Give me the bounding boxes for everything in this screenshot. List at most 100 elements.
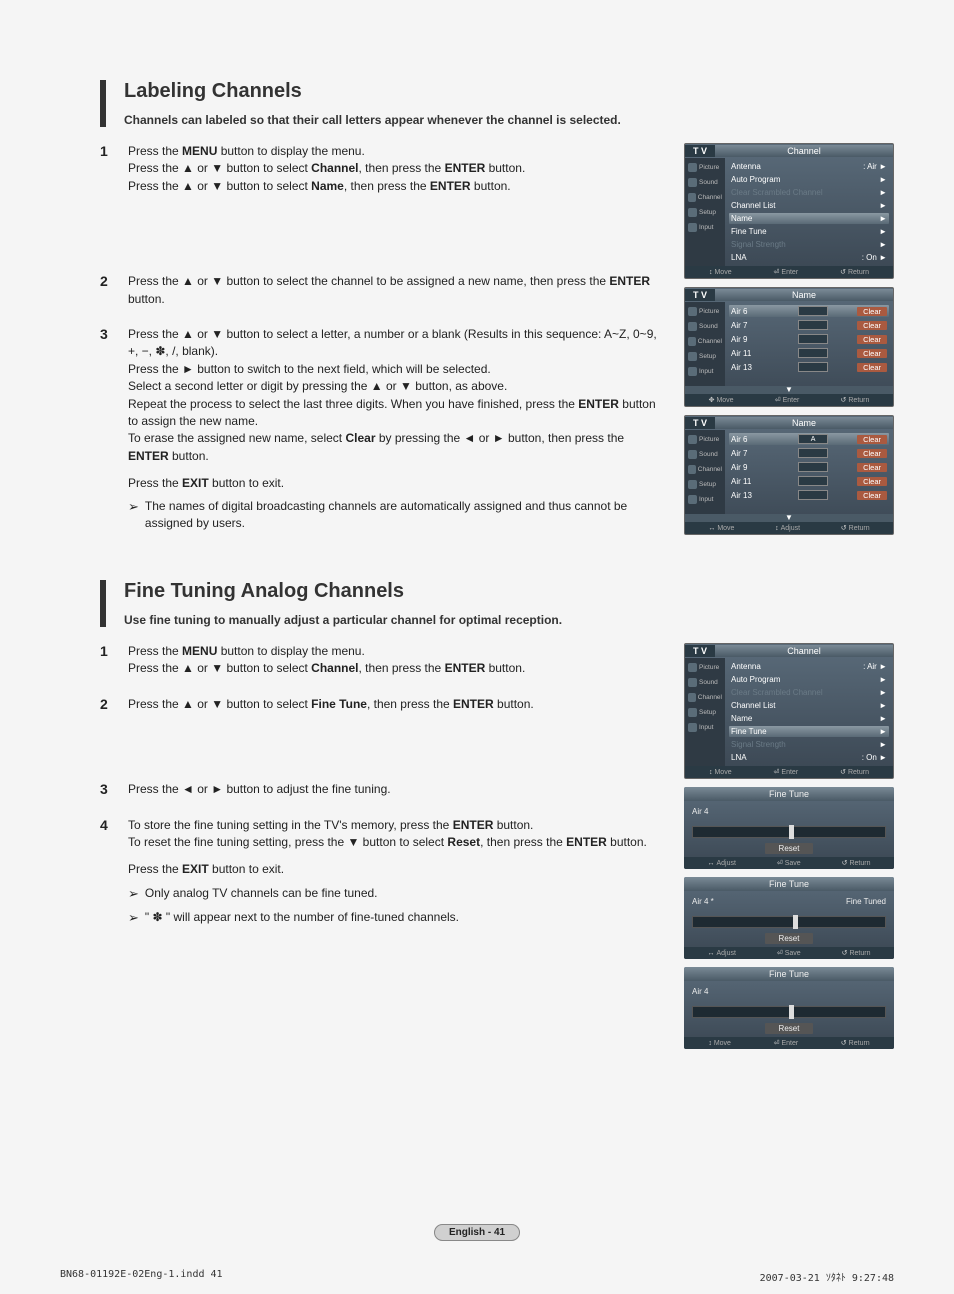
osd-name-row: Air 7Clear <box>729 319 889 331</box>
note: ➢Only analog TV channels can be fine tun… <box>128 885 647 903</box>
subtitle-labeling: Channels can labeled so that their call … <box>124 113 894 127</box>
osd-side-item: Setup <box>685 205 725 220</box>
osd-menu-item: Antenna: Air ► <box>729 661 889 672</box>
osd-foot-item: ⏎ Enter <box>774 268 799 276</box>
page-footer: English - 41 <box>0 1224 954 1238</box>
menu-icon <box>688 693 696 702</box>
t: button to display the menu. <box>217 644 364 658</box>
ft-channel: Air 4 <box>692 807 708 816</box>
osd-side-item: Sound <box>685 675 725 690</box>
clear-button: Clear <box>857 491 887 500</box>
t: Press the ▲ or ▼ button to select <box>128 697 311 711</box>
osd-side-item: Setup <box>685 705 725 720</box>
t: Only analog TV channels can be fine tune… <box>145 885 378 903</box>
osd-name-row: Air 9Clear <box>729 461 889 473</box>
t: button. <box>493 818 533 832</box>
t: Press the ◄ or ► button to adjust the fi… <box>128 782 391 796</box>
ft-status: Fine Tuned <box>846 897 886 906</box>
osd-menu-item: Antenna: Air ► <box>729 161 889 172</box>
note: ➢ The names of digital broadcasting chan… <box>128 498 664 532</box>
t: button. <box>485 161 525 175</box>
osd-name-row: Air 6AClear <box>729 433 889 445</box>
osd-side-item: Channel <box>685 462 725 477</box>
menu-icon <box>688 193 696 202</box>
b: EXIT <box>182 476 209 490</box>
osd-channel-menu-2: T VChannel PictureSoundChannelSetupInput… <box>684 643 894 779</box>
osd-side-item: Sound <box>685 447 725 462</box>
osd-foot-item: ↕ Move <box>709 768 732 776</box>
osd-foot-item: ↺ Return <box>841 524 870 532</box>
t: button. <box>485 661 525 675</box>
osd-name-row: Air 13Clear <box>729 489 889 501</box>
scroll-arrow-icon: ▼ <box>685 514 893 522</box>
ft-handle <box>789 825 794 839</box>
b: ENTER <box>445 161 486 175</box>
step-num: 1 <box>100 643 118 678</box>
b: Channel <box>311 161 358 175</box>
clear-button: Clear <box>857 349 887 358</box>
ft-step-3: 3 Press the ◄ or ► button to adjust the … <box>100 781 664 798</box>
menu-icon <box>688 450 697 459</box>
osd-side-item: Picture <box>685 304 725 319</box>
heading-labeling: Labeling Channels <box>124 80 894 103</box>
osd-name-row: Air 11Clear <box>729 347 889 359</box>
ft-channel: Air 4 <box>692 987 708 996</box>
t: button. <box>607 835 647 849</box>
osd-menu-item: Signal Strength ► <box>729 239 889 250</box>
step-num: 1 <box>100 143 118 195</box>
menu-icon <box>688 480 697 489</box>
ft-title: Fine Tune <box>684 787 894 801</box>
osd-foot-item: ⏎ Save <box>777 859 801 867</box>
section-labeling: Labeling Channels Channels can labeled s… <box>100 80 894 127</box>
osd-side-item: Channel <box>685 334 725 349</box>
osd-tv-label: T V <box>685 289 715 301</box>
menu-icon <box>688 223 697 232</box>
ft-slider: 10 <box>692 916 886 928</box>
osd-foot-item: ✥ Move <box>709 396 734 404</box>
t: button to exit. <box>209 862 284 876</box>
t: Press the ▲ or ▼ button to select the ch… <box>128 274 609 288</box>
ft-step-2: 2 Press the ▲ or ▼ button to select Fine… <box>100 696 664 713</box>
step-2: 2 Press the ▲ or ▼ button to select the … <box>100 273 664 308</box>
osd-foot-item: ⏎ Enter <box>774 768 799 776</box>
osd-side-item: Sound <box>685 175 725 190</box>
osd-side-item: Channel <box>685 190 725 205</box>
osd-title: Channel <box>715 145 893 157</box>
osd-foot-item: ↔ Adjust <box>707 949 735 957</box>
clear-button: Clear <box>857 463 887 472</box>
t: Press the <box>128 644 182 658</box>
clear-button: Clear <box>857 335 887 344</box>
osd-menu-item: Name ► <box>729 713 889 724</box>
osd-name-row: Air 11Clear <box>729 475 889 487</box>
t: To reset the fine tuning setting, press … <box>128 835 447 849</box>
note-arrow-icon: ➢ <box>128 498 139 532</box>
step-num: 3 <box>100 781 118 798</box>
step-1: 1 Press the MENU button to display the m… <box>100 143 664 195</box>
osd-name-row: Air 6Clear <box>729 305 889 317</box>
t: Repeat the process to select the last th… <box>128 397 578 411</box>
ft-step-1: 1 Press the MENU button to display the m… <box>100 643 664 678</box>
print-file: BN68-01192E-02Eng-1.indd 41 <box>60 1269 223 1284</box>
osd-channel-menu: T VChannel PictureSoundChannelSetupInput… <box>684 143 894 279</box>
t: by pressing the ◄ or ► button, then pres… <box>376 431 625 445</box>
osd-menu-item: Auto Program ► <box>729 674 889 685</box>
t: Press the ▲ or ▼ button to select a lett… <box>128 327 657 358</box>
osd-side-item: Picture <box>685 660 725 675</box>
finetune-steps: 1 Press the MENU button to display the m… <box>100 643 664 1057</box>
b: ENTER <box>453 697 494 711</box>
osd-foot-item: ⏎ Enter <box>775 396 800 404</box>
osd-foot-item: ⏎ Save <box>777 949 801 957</box>
osd-name-row: Air 13Clear <box>729 361 889 373</box>
t: , then press the <box>480 835 566 849</box>
step-num: 3 <box>100 326 118 532</box>
osd-menu-item: Clear Scrambled Channel ► <box>729 687 889 698</box>
menu-icon <box>688 465 696 474</box>
osd-name-row: Air 9Clear <box>729 333 889 345</box>
b: ENTER <box>566 835 607 849</box>
osd-side-item: Channel <box>685 690 725 705</box>
osd-name-row: Air 7Clear <box>729 447 889 459</box>
menu-icon <box>688 723 697 732</box>
osd-side-item: Input <box>685 720 725 735</box>
b: ENTER <box>430 179 471 193</box>
osd-menu-item: Signal Strength ► <box>729 739 889 750</box>
